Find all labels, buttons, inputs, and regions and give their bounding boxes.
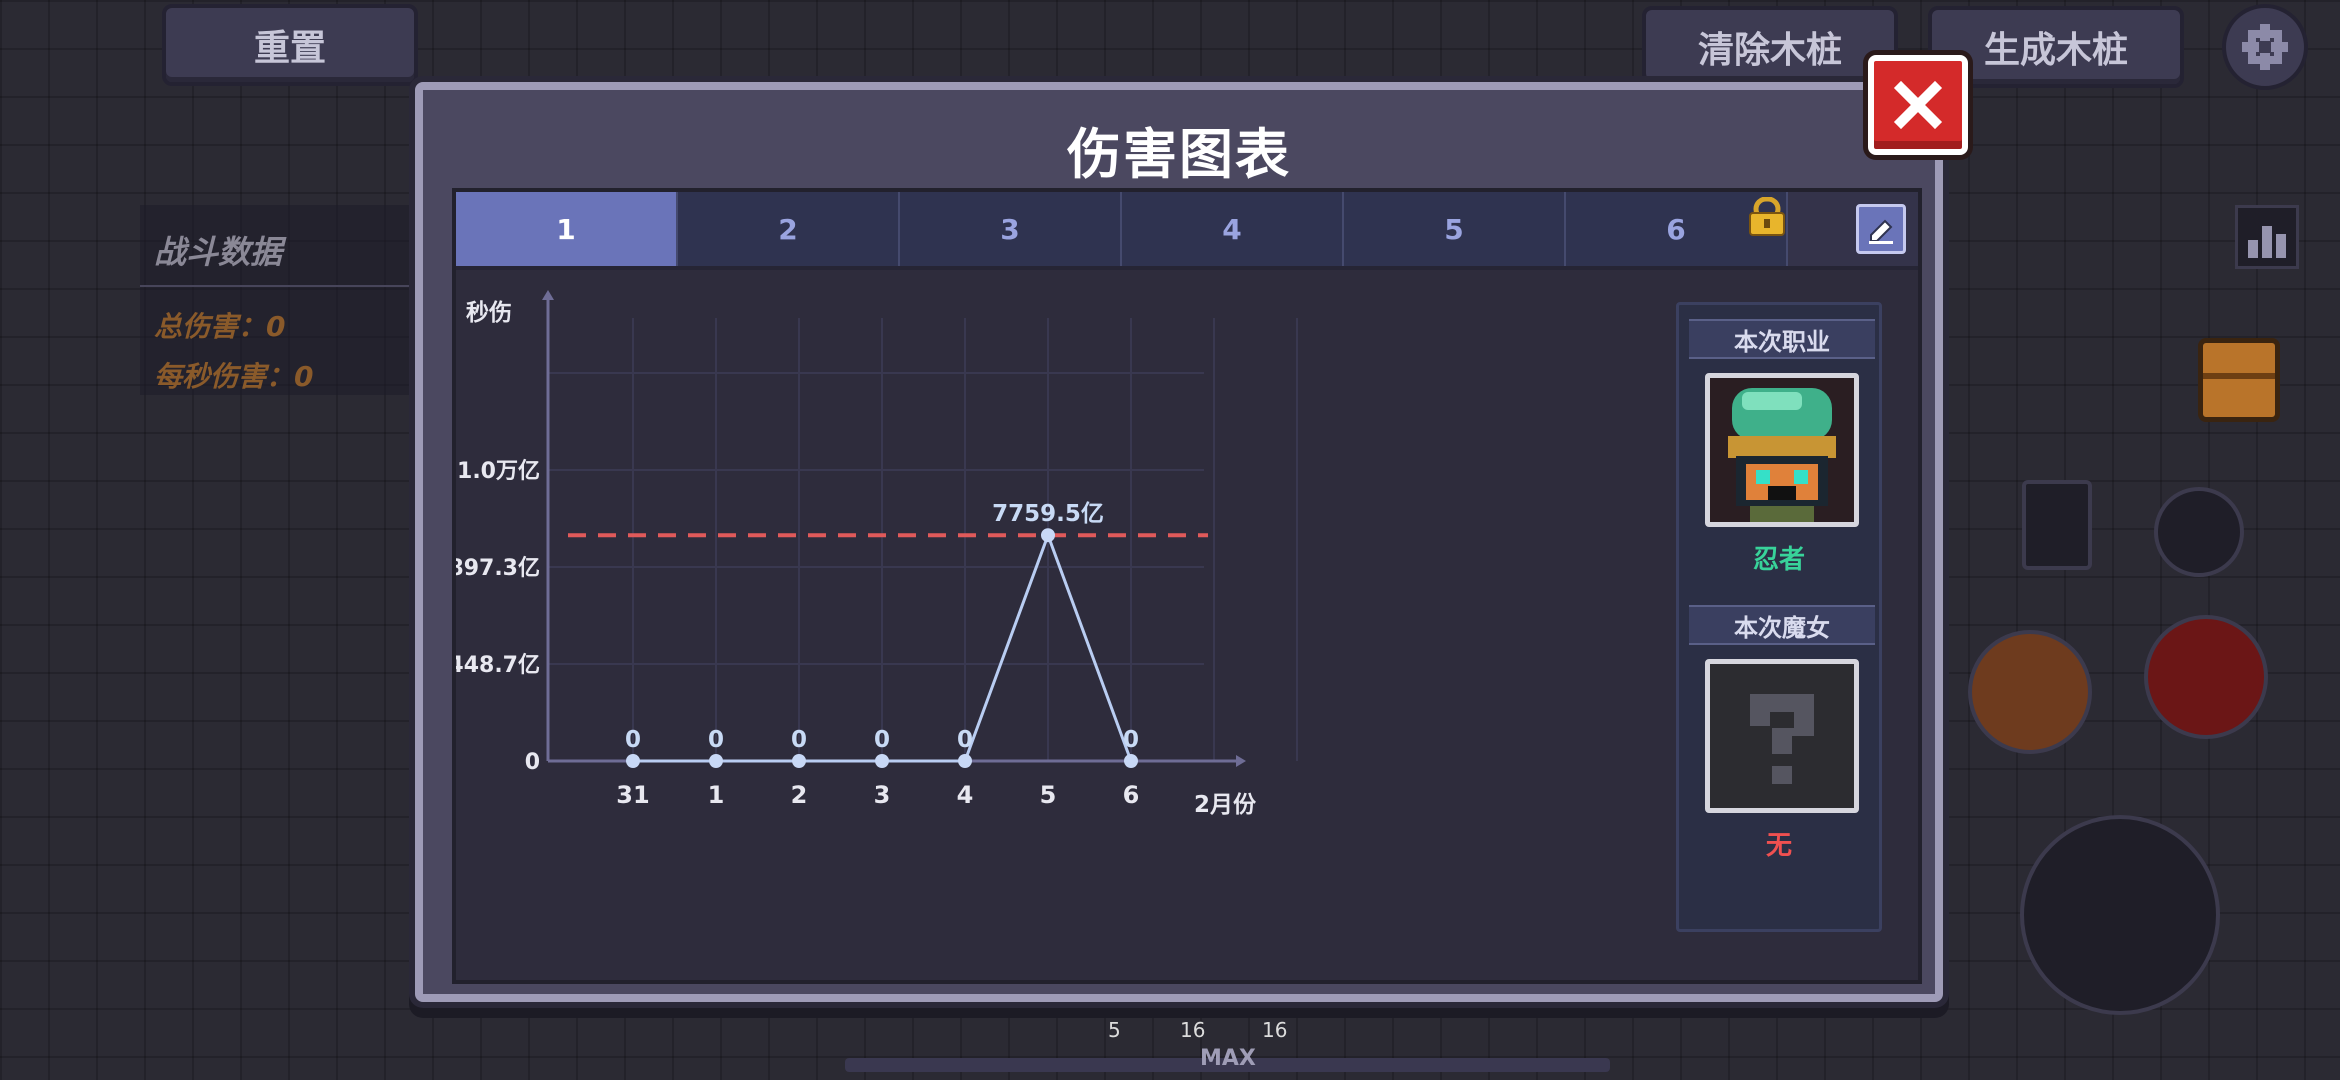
clear-stakes-button[interactable]: 清除木桩 bbox=[1642, 6, 1898, 88]
close-icon bbox=[1893, 80, 1943, 130]
tab-5[interactable]: 5 bbox=[1344, 192, 1566, 266]
edit-button[interactable] bbox=[1856, 204, 1906, 254]
x-axis-arrow bbox=[1236, 755, 1246, 767]
data-label: 0 bbox=[957, 727, 973, 753]
item-count: 16 bbox=[1262, 1018, 1288, 1042]
data-label: 0 bbox=[708, 727, 724, 753]
x-tick-label: 5 bbox=[1040, 781, 1057, 809]
y-tick-label: 1.0万亿 bbox=[457, 459, 540, 484]
ninja-portrait bbox=[1705, 373, 1859, 527]
damage-line-chart: 秒伤 2月份 0 3448.7亿 6897.3亿 1.0万亿 0 31 0 1 0 2 0 3 0 4 7759… bbox=[456, 290, 1298, 818]
tab-1[interactable]: 1 bbox=[456, 192, 678, 266]
witch-header: 本次魔女 bbox=[1689, 605, 1875, 645]
data-point bbox=[958, 754, 972, 768]
tab-4[interactable]: 4 bbox=[1122, 192, 1344, 266]
reset-button[interactable]: 重置 bbox=[162, 4, 418, 86]
x-tick-label: 1 bbox=[708, 781, 725, 809]
x-tick-label: 6 bbox=[1123, 781, 1140, 809]
weapon-slot-icon[interactable] bbox=[2022, 480, 2092, 570]
y-axis-label: 秒伤 bbox=[466, 300, 512, 326]
unknown-witch-portrait bbox=[1705, 659, 1859, 813]
battle-stats-panel: 战斗数据 总伤害：0 每秒伤害：0 bbox=[140, 205, 410, 395]
data-label: 0 bbox=[1123, 727, 1139, 753]
witch-name: 无 bbox=[1765, 831, 1792, 861]
battle-stats-title: 战斗数据 bbox=[154, 233, 283, 271]
class-header: 本次职业 bbox=[1689, 319, 1875, 359]
max-label: MAX bbox=[1200, 1046, 1256, 1071]
data-point bbox=[1041, 528, 1055, 543]
dialog-content: 1 2 3 4 5 6 秒伤2月份03448.7亿6897.3亿1.0万亿031… bbox=[452, 188, 1922, 984]
divider bbox=[140, 285, 410, 287]
y-axis-arrow bbox=[542, 290, 554, 300]
x-tick-label: 2 bbox=[791, 781, 808, 809]
class-name: 忍者 bbox=[1752, 545, 1805, 575]
y-tick-label: 6897.3亿 bbox=[456, 556, 540, 581]
tab-bar: 1 2 3 4 5 6 bbox=[456, 192, 1918, 270]
data-point bbox=[875, 754, 889, 768]
pencil-icon bbox=[1869, 219, 1893, 244]
data-point bbox=[626, 754, 640, 768]
total-damage-text: 总伤害：0 bbox=[154, 310, 286, 343]
settings-icon[interactable] bbox=[2222, 4, 2308, 90]
data-point bbox=[709, 754, 723, 768]
x-tick-label: 4 bbox=[957, 781, 974, 809]
x-tick-label: 3 bbox=[874, 781, 891, 809]
shield-skill-icon[interactable] bbox=[1968, 630, 2092, 754]
y-tick-label: 0 bbox=[525, 750, 540, 775]
data-point bbox=[1124, 754, 1138, 768]
tab-2[interactable]: 2 bbox=[678, 192, 900, 266]
lock-icon bbox=[1746, 196, 1788, 241]
x-tick-label: 31 bbox=[616, 781, 649, 809]
dps-text: 每秒伤害：0 bbox=[154, 360, 314, 393]
fire-skill-icon[interactable] bbox=[2144, 615, 2268, 739]
chest-icon[interactable] bbox=[2198, 338, 2280, 422]
data-label: 0 bbox=[625, 727, 641, 753]
side-info-panel: 本次职业 忍者 本次魔女 无 bbox=[1676, 302, 1882, 932]
bottom-item-bar: 5 16 16 bbox=[1050, 1000, 1470, 1046]
item-count: 5 bbox=[1108, 1018, 1121, 1042]
skill-icon[interactable] bbox=[2154, 487, 2244, 577]
damage-chart-dialog: 伤害图表 1 2 3 4 5 6 秒伤2月份0344 bbox=[415, 82, 1943, 1002]
data-label: 0 bbox=[874, 727, 890, 753]
stats-chart-icon[interactable] bbox=[2235, 205, 2299, 269]
item-count: 16 bbox=[1180, 1018, 1206, 1042]
x-axis-label: 2月份 bbox=[1194, 792, 1257, 818]
data-point bbox=[792, 754, 806, 768]
dialog-title: 伤害图表 bbox=[1067, 123, 1291, 186]
y-tick-label: 3448.7亿 bbox=[456, 653, 540, 678]
attack-button-icon[interactable] bbox=[2020, 815, 2220, 1015]
data-label: 0 bbox=[791, 727, 807, 753]
close-button[interactable] bbox=[1868, 55, 1968, 155]
data-label: 7759.5亿 bbox=[992, 501, 1104, 527]
tab-3[interactable]: 3 bbox=[900, 192, 1122, 266]
